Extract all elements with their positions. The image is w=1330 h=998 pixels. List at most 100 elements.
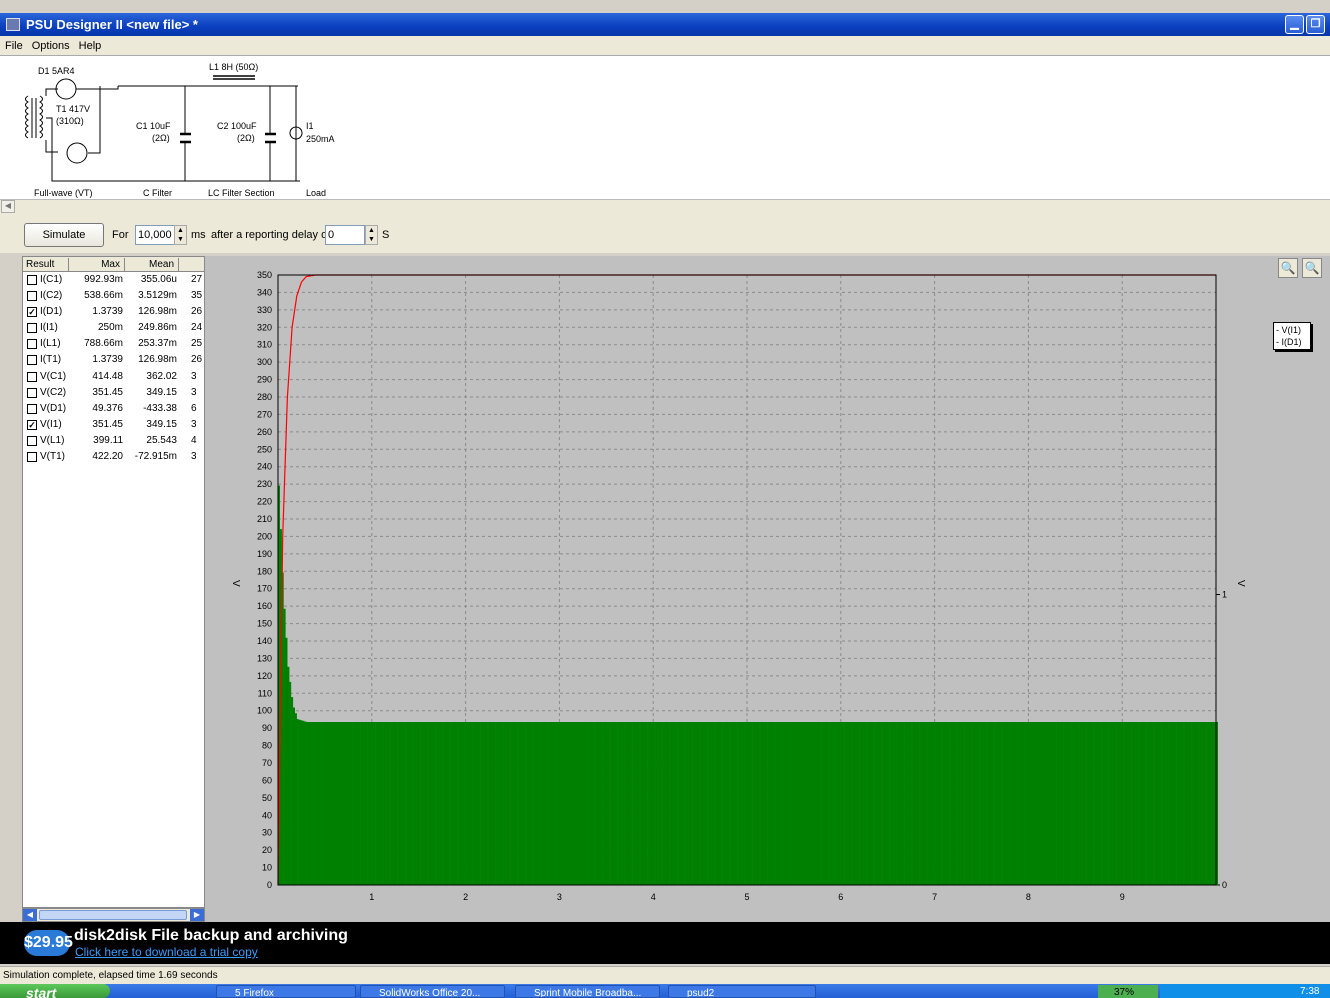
y-tick-label: 200 [257, 531, 272, 541]
zoom-out-icon[interactable]: 🔍 [1302, 258, 1322, 278]
row-extra: 3 [191, 386, 197, 398]
row-name: V(C1) [40, 370, 67, 382]
schematic-scrollbar[interactable]: ◀ [0, 199, 1330, 213]
col-result[interactable]: Result [23, 258, 69, 271]
task-solidworks[interactable]: SolidWorks Office 20... [360, 985, 505, 998]
result-row[interactable]: I(C2) 538.66m 3.5129m 35 [23, 288, 204, 304]
scroll-thumb[interactable] [39, 910, 187, 920]
col-mean[interactable]: Mean [127, 258, 179, 271]
delay-input[interactable]: 0 [325, 225, 365, 245]
menu-help[interactable]: Help [74, 36, 106, 56]
plot-area: 0 10 20 30 40 50 60 70 80 90 100 110 120 130 140 150 160… [205, 256, 1330, 922]
row-extra: 3 [191, 418, 197, 430]
menu-options[interactable]: Options [27, 36, 74, 56]
result-row[interactable]: ✓ I(D1) 1.3739 126.98m 26 [23, 304, 204, 320]
scroll-right-arrow-icon[interactable]: ▶ [190, 909, 204, 921]
row-checkbox[interactable] [27, 275, 37, 285]
y-tick-label: 310 [257, 340, 272, 350]
row-mean: 253.37m [138, 338, 177, 350]
y-tick-label: 180 [257, 566, 272, 576]
result-row[interactable]: V(L1) 399.11 25.543 4 [23, 433, 204, 449]
y-tick-label: 350 [257, 270, 272, 280]
results-scrollbar[interactable]: ◀ ▶ [22, 908, 205, 922]
result-row[interactable]: ✓ V(I1) 351.45 349.15 3 [23, 417, 204, 433]
row-mean: 249.86m [138, 322, 177, 334]
y-tick-label: 230 [257, 479, 272, 489]
y-tick-label: 80 [262, 741, 272, 751]
row-checkbox[interactable] [27, 355, 37, 366]
row-max: 49.376 [92, 402, 123, 414]
row-max: 1.3739 [92, 354, 123, 366]
result-row[interactable]: I(C1) 992.93m 355.06u 27 [23, 272, 204, 288]
row-checkbox[interactable]: ✓ [27, 307, 37, 318]
col-max[interactable]: Max [71, 258, 125, 271]
scroll-left-arrow-icon[interactable]: ◀ [23, 909, 37, 921]
duration-input[interactable]: 10,000 [135, 225, 175, 245]
stage-lc-filter: LC Filter Section [208, 188, 275, 198]
row-extra: 4 [191, 434, 197, 446]
task-firefox[interactable]: 5 Firefox [216, 985, 356, 998]
row-mean: -72.915m [134, 451, 177, 463]
y-tick-label: 90 [262, 723, 272, 733]
y-tick-label: 70 [262, 758, 272, 768]
result-row[interactable]: V(T1) 422.20 -72.915m 3 [23, 449, 204, 465]
delay-spinner[interactable]: ▲ ▼ [365, 225, 378, 245]
row-checkbox[interactable] [27, 403, 37, 414]
y-tick-label: 130 [257, 653, 272, 663]
row-max: 351.45 [92, 418, 123, 430]
stage-load: Load [306, 188, 326, 198]
y-tick-label: 240 [257, 462, 272, 472]
row-extra: 25 [191, 338, 203, 350]
simulate-button[interactable]: Simulate [24, 223, 104, 247]
x-tick-label: 3 [557, 892, 562, 902]
row-checkbox[interactable] [27, 387, 37, 398]
row-checkbox[interactable] [27, 339, 37, 350]
y-tick-label: 40 [262, 810, 272, 820]
y-tick-label: 250 [257, 444, 272, 454]
start-button[interactable]: start [0, 984, 110, 998]
row-checkbox[interactable] [27, 371, 37, 382]
y-right-tick-label: 0 [1222, 880, 1227, 890]
restore-button[interactable]: ❐ [1306, 15, 1325, 34]
duration-spinner[interactable]: ▲ ▼ [174, 225, 187, 245]
row-checkbox[interactable] [27, 323, 37, 334]
y-tick-label: 300 [257, 357, 272, 367]
row-checkbox[interactable] [27, 435, 37, 446]
row-name: V(L1) [40, 434, 65, 446]
row-max: 992.93m [84, 274, 123, 285]
ad-link[interactable]: Click here to download a trial copy [75, 945, 258, 959]
result-row[interactable]: V(D1) 49.376 -433.38 6 [23, 401, 204, 417]
zoom-in-icon[interactable]: 🔍 [1278, 258, 1298, 278]
chart-legend: - V(I1) - I(D1) [1273, 322, 1311, 350]
result-row[interactable]: I(L1) 788.66m 253.37m 25 [23, 336, 204, 352]
y-tick-label: 320 [257, 322, 272, 332]
c2-label-1: C2 100uF [217, 121, 257, 131]
result-row[interactable]: V(C1) 414.48 362.02 3 [23, 369, 204, 385]
row-name: V(D1) [40, 402, 67, 414]
task-sprint[interactable]: Sprint Mobile Broadba... [515, 985, 660, 998]
row-mean: 126.98m [138, 306, 177, 318]
row-name: V(T1) [40, 451, 65, 463]
scroll-left-arrow-icon[interactable]: ◀ [1, 200, 15, 213]
row-checkbox[interactable] [27, 291, 37, 302]
stage-c-filter: C Filter [143, 188, 172, 198]
y-tick-label: 170 [257, 584, 272, 594]
row-name: I(L1) [40, 338, 61, 350]
row-max: 422.20 [92, 451, 123, 463]
row-checkbox[interactable] [27, 452, 37, 463]
t1-label-2: (310Ω) [56, 116, 84, 126]
result-row[interactable]: I(T1) 1.3739 126.98m 26 [23, 352, 204, 368]
row-checkbox[interactable]: ✓ [27, 419, 37, 430]
y-tick-label: 270 [257, 409, 272, 419]
result-row[interactable]: V(C2) 351.45 349.15 3 [23, 385, 204, 401]
for-label: For [112, 229, 129, 241]
result-row[interactable]: I(I1) 250m 249.86m 24 [23, 320, 204, 336]
y-tick-label: 100 [257, 706, 272, 716]
menu-file[interactable]: File [0, 36, 27, 56]
task-psud2[interactable]: psud2 [668, 985, 816, 998]
minimize-button[interactable]: ▁ [1285, 15, 1304, 34]
y-axis-label-right: V [1235, 580, 1246, 587]
row-extra: 35 [191, 290, 203, 302]
ad-banner[interactable]: $29.95 disk2disk File backup and archivi… [0, 922, 1330, 964]
app-icon [6, 18, 20, 31]
